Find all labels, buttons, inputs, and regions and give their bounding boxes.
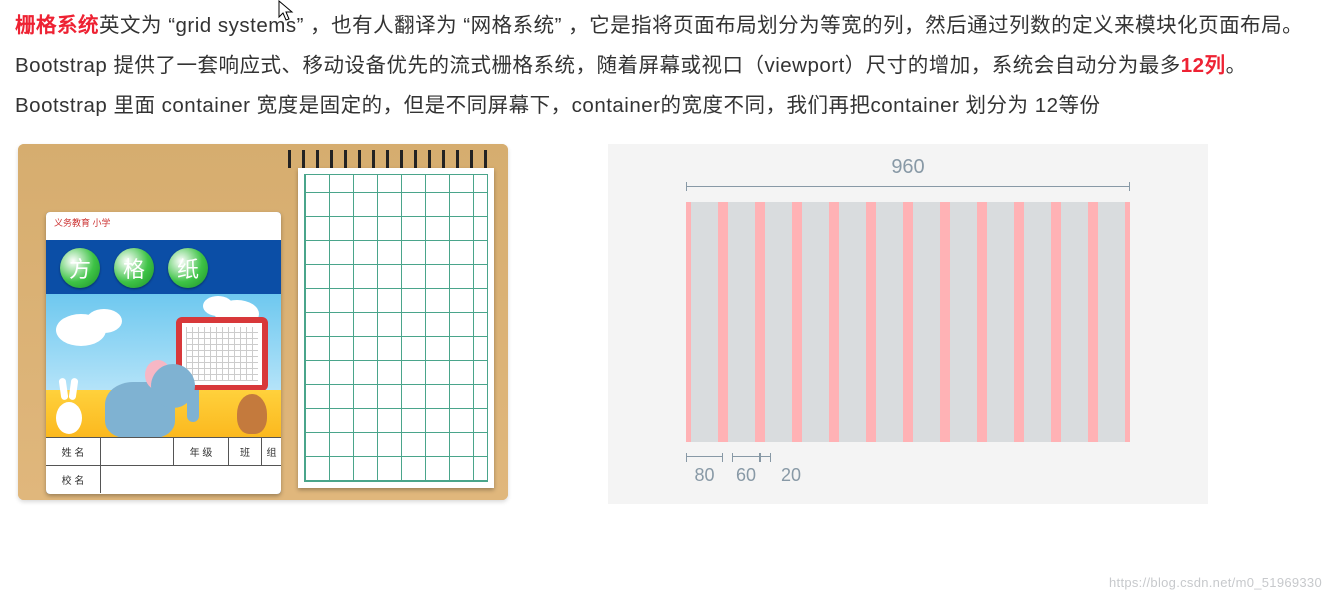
gutter [829,202,838,442]
column [987,202,1015,442]
column [839,202,867,442]
gutter [792,202,801,442]
notebook-photo: 义务教育 小学 方 格 纸 [18,144,508,500]
gutter [718,202,727,442]
cover-top-label: 义务教育 小学 [46,212,281,240]
dimension-bottom: 80 60 20 [686,456,771,496]
column [802,202,830,442]
para2-12cols: 12列 [1181,54,1226,77]
cover-title: 方 格 纸 [46,240,281,296]
watermark: https://blog.csdn.net/m0_51969330 [1109,575,1322,590]
gutter [755,202,764,442]
form-label: 组 [262,438,281,465]
dimension-unit: 80 [686,456,723,485]
dimension-80: 80 [694,465,714,486]
paragraph-3: Bootstrap 里面 container 宽度是固定的，但是不同屏幕下，co… [15,86,1327,126]
column [876,202,904,442]
bunny-icon [52,384,86,434]
column [691,202,719,442]
title-char-3: 纸 [168,248,208,288]
para2-c: 。 [1226,54,1247,77]
gutter [903,202,912,442]
squirrel-icon [237,394,267,434]
elephant-icon [101,350,189,438]
column [728,202,756,442]
form-label: 年 级 [174,438,229,465]
paragraph-1: 栅格系统英文为 “grid systems” ，也有人翻译为 “网格系统” ，它… [15,6,1327,46]
title-char-2: 格 [114,248,154,288]
form-row: 校 名 [46,466,281,493]
column [765,202,793,442]
spiral-binder-icon [288,150,498,168]
cover-form: 姓 名 年 级 班 组 校 名 [46,437,281,494]
paragraph-2: Bootstrap 提供了一套响应式、移动设备优先的流式栅格系统，随着屏幕或视口… [15,46,1327,86]
gutter [1014,202,1023,442]
column [1024,202,1052,442]
form-label: 校 名 [46,466,101,493]
gutter [866,202,875,442]
para2-a: Bootstrap 提供了一套响应式、移动设备优先的流式栅格系统，随着屏幕或视口… [15,54,1181,77]
dimension-line-top [686,186,1130,187]
form-label: 姓 名 [46,438,101,465]
form-label: 班 [229,438,262,465]
grid-960-diagram: 960 80 [608,144,1208,504]
notebook-cover: 义务教育 小学 方 格 纸 [46,212,281,494]
form-blank [101,466,281,493]
form-blank [101,438,174,465]
gutter [1051,202,1060,442]
column [950,202,978,442]
dimension-total: 960 [608,156,1208,179]
column [913,202,941,442]
term-grid-system: 栅格系统 [15,14,99,37]
gutter [940,202,949,442]
column [1061,202,1089,442]
figures-row: 义务教育 小学 方 格 纸 [15,144,1327,504]
cloud-icon [203,296,233,316]
dimension-gutter: 20 [760,456,771,485]
cloud-icon [86,309,122,333]
dimension-60: 60 [736,465,756,486]
form-row: 姓 名 年 级 班 组 [46,438,281,466]
dimension-20: 20 [781,465,801,486]
gutter [1088,202,1097,442]
title-char-1: 方 [60,248,100,288]
gutter-half [1125,202,1130,442]
column [1098,202,1126,442]
grid-paper-pad [298,168,494,488]
mouse-cursor-icon [278,0,294,22]
gutter [977,202,986,442]
dimension-col: 60 [732,456,760,485]
columns-strip [686,202,1130,442]
document-page: 栅格系统英文为 “grid systems” ，也有人翻译为 “网格系统” ，它… [0,0,1342,596]
